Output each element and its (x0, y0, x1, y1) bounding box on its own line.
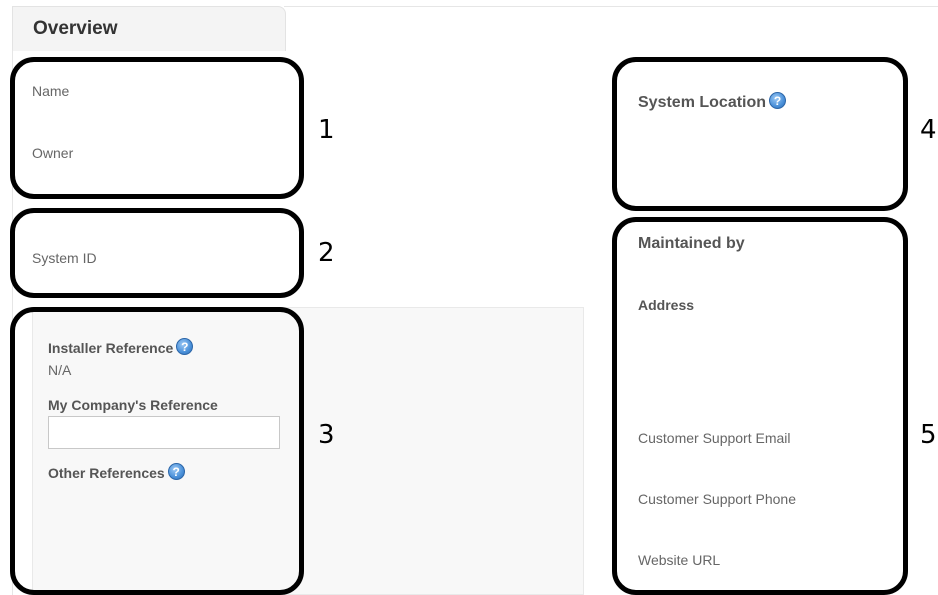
callout-box-2 (10, 208, 304, 298)
callout-number-5: 5 (920, 420, 937, 450)
callout-number-4: 4 (920, 115, 937, 145)
callout-number-3: 3 (318, 420, 335, 450)
overview-tab-label: Overview (33, 18, 118, 39)
callout-box-5 (612, 217, 908, 595)
callout-box-3 (10, 307, 304, 595)
callout-box-1 (10, 57, 304, 199)
callout-number-1: 1 (318, 115, 335, 145)
tab-divider (284, 6, 938, 7)
callout-box-4 (612, 57, 908, 211)
callout-number-2: 2 (318, 238, 335, 268)
